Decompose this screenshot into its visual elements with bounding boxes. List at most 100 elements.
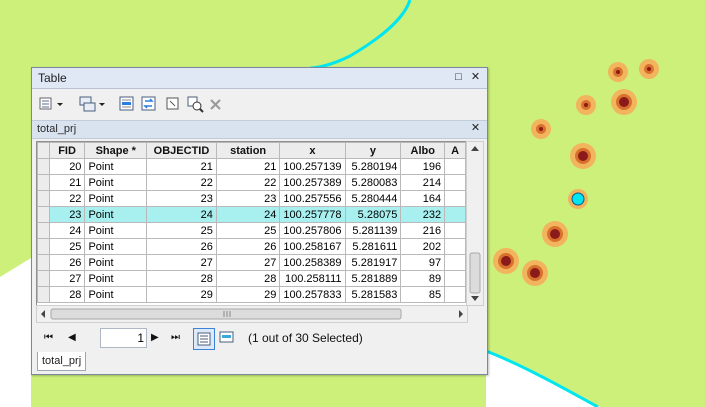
- cell-shape[interactable]: Point: [84, 222, 148, 239]
- point-marker[interactable]: [570, 143, 596, 169]
- point-marker[interactable]: [576, 95, 596, 115]
- table-row[interactable]: 28 Point 29 29 100.257833 5.281583 85: [37, 286, 466, 303]
- column-header-albo[interactable]: Albo: [400, 142, 446, 159]
- table-row[interactable]: 22 Point 23 23 100.257556 5.280444 164: [37, 190, 466, 207]
- row-selector[interactable]: [37, 270, 50, 287]
- zoom-to-selected-icon[interactable]: [186, 95, 204, 113]
- cell-x[interactable]: 100.258167: [279, 238, 346, 255]
- cell-y[interactable]: 5.280083: [344, 174, 402, 191]
- row-selector[interactable]: [37, 190, 50, 207]
- column-header-x[interactable]: x: [279, 142, 346, 159]
- point-marker[interactable]: [531, 119, 551, 139]
- cell-x[interactable]: 100.257833: [279, 286, 346, 303]
- delete-selected-icon[interactable]: [208, 95, 224, 113]
- cell-truncated[interactable]: [444, 254, 466, 271]
- cell-fid[interactable]: 22: [48, 190, 86, 207]
- cell-shape[interactable]: Point: [84, 238, 148, 255]
- table-row[interactable]: 26 Point 27 27 100.258389 5.281917 97: [37, 254, 466, 271]
- cell-station[interactable]: 22: [215, 174, 281, 191]
- cell-fid[interactable]: 20: [48, 158, 86, 175]
- cell-y[interactable]: 5.281917: [344, 254, 402, 271]
- cell-station[interactable]: 23: [215, 190, 281, 207]
- last-record-icon[interactable]: ⏭: [171, 332, 180, 343]
- cell-objectid[interactable]: 25: [146, 222, 217, 239]
- cell-objectid[interactable]: 27: [146, 254, 217, 271]
- cell-albo[interactable]: 164: [400, 190, 446, 207]
- cell-shape[interactable]: Point: [84, 174, 148, 191]
- scroll-down-arrow-icon[interactable]: [471, 296, 479, 301]
- attribute-grid[interactable]: FID Shape * OBJECTID station x y Albo A …: [36, 141, 467, 306]
- scroll-up-arrow-icon[interactable]: [471, 146, 479, 151]
- cell-objectid[interactable]: 22: [146, 174, 217, 191]
- cell-albo[interactable]: 89: [400, 270, 446, 287]
- cell-truncated[interactable]: [444, 286, 466, 303]
- attribute-table-window[interactable]: Table □ ✕ total_prj ✕ FID Shape * OBJECT…: [31, 67, 488, 375]
- column-header-shape[interactable]: Shape *: [84, 142, 148, 159]
- row-selector[interactable]: [37, 206, 50, 223]
- next-record-icon[interactable]: ▶: [151, 332, 159, 343]
- bottom-table-tab[interactable]: total_prj: [37, 352, 87, 371]
- cell-truncated[interactable]: [444, 238, 466, 255]
- current-record-input[interactable]: 1: [100, 328, 147, 348]
- column-header-y[interactable]: y: [344, 142, 402, 159]
- cell-objectid[interactable]: 23: [146, 190, 217, 207]
- cell-albo[interactable]: 85: [400, 286, 446, 303]
- cell-fid[interactable]: 23: [48, 206, 86, 223]
- cell-objectid[interactable]: 24: [146, 206, 217, 223]
- column-header-fid[interactable]: FID: [48, 142, 86, 159]
- close-icon[interactable]: ✕: [469, 71, 482, 84]
- cell-objectid[interactable]: 29: [146, 286, 217, 303]
- cell-truncated[interactable]: [444, 190, 466, 207]
- cell-fid[interactable]: 21: [48, 174, 86, 191]
- cell-y[interactable]: 5.280194: [344, 158, 402, 175]
- cell-station[interactable]: 24: [215, 206, 281, 223]
- cell-y[interactable]: 5.281139: [344, 222, 402, 239]
- cell-fid[interactable]: 25: [48, 238, 86, 255]
- row-selector[interactable]: [37, 238, 50, 255]
- cell-shape[interactable]: Point: [84, 286, 148, 303]
- vertical-scroll-thumb[interactable]: [469, 252, 481, 294]
- table-options-icon[interactable]: [38, 95, 68, 113]
- cell-x[interactable]: 100.257806: [279, 222, 346, 239]
- table-row[interactable]: 20 Point 21 21 100.257139 5.280194 196: [37, 158, 466, 175]
- cell-station[interactable]: 29: [215, 286, 281, 303]
- column-header-station[interactable]: station: [215, 142, 281, 159]
- point-marker[interactable]: [611, 89, 637, 115]
- point-marker[interactable]: [608, 62, 628, 82]
- point-marker[interactable]: [493, 248, 519, 274]
- cell-fid[interactable]: 28: [48, 286, 86, 303]
- show-all-records-button[interactable]: [193, 328, 215, 350]
- first-record-icon[interactable]: ⏮: [44, 332, 53, 343]
- cell-objectid[interactable]: 28: [146, 270, 217, 287]
- scroll-left-arrow-icon[interactable]: [41, 310, 45, 318]
- cell-shape[interactable]: Point: [84, 254, 148, 271]
- row-selector[interactable]: [37, 174, 50, 191]
- cell-shape[interactable]: Point: [84, 206, 148, 223]
- cell-x[interactable]: 100.257139: [279, 158, 346, 175]
- cell-x[interactable]: 100.258111: [279, 270, 346, 287]
- table-row[interactable]: 25 Point 26 26 100.258167 5.281611 202: [37, 238, 466, 255]
- horizontal-scroll-thumb[interactable]: [50, 308, 402, 320]
- cell-albo[interactable]: 196: [400, 158, 446, 175]
- cell-albo[interactable]: 97: [400, 254, 446, 271]
- table-row[interactable]: 23 Point 24 24 100.257778 5.28075 232: [37, 206, 466, 223]
- previous-record-icon[interactable]: ◀: [68, 332, 76, 343]
- cell-station[interactable]: 28: [215, 270, 281, 287]
- cell-y[interactable]: 5.281583: [344, 286, 402, 303]
- clear-selection-icon[interactable]: [164, 95, 182, 113]
- select-by-attributes-icon[interactable]: [118, 95, 136, 113]
- column-header-objectid[interactable]: OBJECTID: [146, 142, 217, 159]
- cell-x[interactable]: 100.257778: [279, 206, 346, 223]
- point-marker[interactable]: [639, 59, 659, 79]
- show-selected-records-button[interactable]: [217, 329, 237, 349]
- cell-albo[interactable]: 202: [400, 238, 446, 255]
- cell-truncated[interactable]: [444, 174, 466, 191]
- switch-selection-icon[interactable]: [140, 95, 158, 113]
- cell-fid[interactable]: 27: [48, 270, 86, 287]
- cell-y[interactable]: 5.281611: [344, 238, 402, 255]
- cell-truncated[interactable]: [444, 270, 466, 287]
- row-selector[interactable]: [37, 286, 50, 303]
- cell-truncated[interactable]: [444, 222, 466, 239]
- cell-albo[interactable]: 216: [400, 222, 446, 239]
- maximize-icon[interactable]: □: [452, 71, 465, 84]
